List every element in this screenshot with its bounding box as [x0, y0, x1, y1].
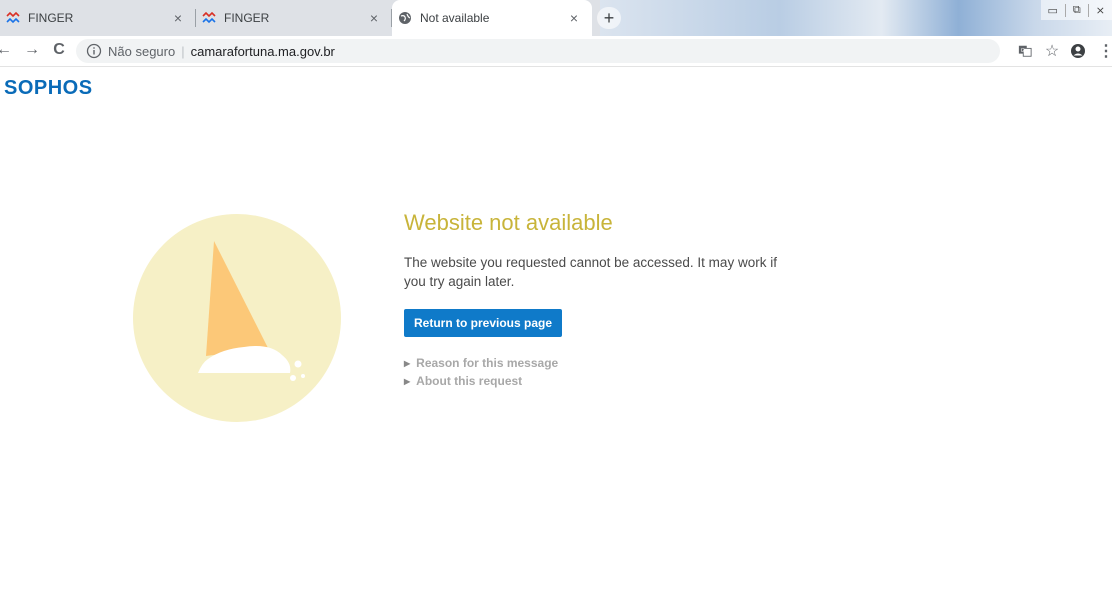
url-separator: |	[181, 43, 185, 59]
finger-favicon-icon	[202, 11, 216, 24]
svg-text:G: G	[1021, 48, 1025, 54]
address-bar[interactable]: Não seguro | camarafortuna.ma.gov.br	[76, 39, 1000, 63]
tab-close-icon[interactable]: ×	[170, 10, 186, 26]
tab-not-available[interactable]: Not available ×	[392, 0, 592, 36]
tab-title: Not available	[420, 11, 490, 25]
restore-icon[interactable]: ⧉	[1064, 3, 1088, 17]
new-tab-button[interactable]: +	[597, 7, 621, 29]
tab-close-icon[interactable]: ×	[366, 10, 382, 26]
profile-icon[interactable]	[1068, 41, 1088, 61]
about-request-toggle[interactable]: ▶ About this request	[404, 374, 824, 388]
tab-strip: FINGER × FINGER × Not available × + ▭ ⧉ …	[0, 0, 1112, 36]
melted-ice-cream-illustration	[133, 214, 341, 422]
url-text: camarafortuna.ma.gov.br	[190, 43, 335, 59]
sophos-logo: SOPHOS	[4, 77, 93, 99]
tab-finger-2[interactable]: FINGER ×	[196, 0, 392, 36]
translate-icon[interactable]: G	[1015, 41, 1035, 61]
return-to-previous-page-button[interactable]: Return to previous page	[404, 309, 563, 337]
detail-label: About this request	[416, 374, 523, 388]
bookmark-star-icon[interactable]: ☆	[1042, 41, 1062, 61]
tab-close-icon[interactable]: ×	[566, 10, 582, 26]
browser-toolbar: ← → C Não seguro | camarafortuna.ma.gov.…	[0, 36, 1112, 67]
error-message: The website you requested cannot be acce…	[404, 255, 777, 289]
finger-favicon-icon	[6, 11, 20, 24]
info-icon[interactable]	[86, 43, 102, 59]
tab-title: FINGER	[224, 11, 270, 25]
window-background	[600, 0, 1112, 36]
minimize-icon[interactable]: ▭	[1041, 4, 1065, 17]
reload-icon[interactable]: C	[47, 41, 71, 59]
detail-label: Reason for this message	[416, 356, 559, 370]
caret-right-icon: ▶	[404, 376, 411, 386]
forward-icon[interactable]: →	[20, 41, 44, 59]
back-icon[interactable]: ←	[0, 41, 16, 59]
menu-icon[interactable]: ⋮	[1096, 41, 1112, 61]
tab-finger-1[interactable]: FINGER ×	[0, 0, 196, 36]
reason-for-message-toggle[interactable]: ▶ Reason for this message	[404, 356, 824, 370]
page-title: Website not available	[404, 210, 613, 235]
details-list: ▶ Reason for this message ▶ About this r…	[404, 356, 824, 388]
tab-title: FINGER	[28, 11, 74, 25]
close-window-icon[interactable]: ⨯	[1087, 3, 1112, 17]
error-content: Website not available The website you re…	[404, 210, 824, 388]
security-label: Não seguro	[108, 43, 176, 59]
globe-favicon-icon	[399, 12, 411, 24]
caret-right-icon: ▶	[404, 358, 411, 368]
window-controls: ▭ ⧉ ⨯	[1040, 0, 1112, 20]
